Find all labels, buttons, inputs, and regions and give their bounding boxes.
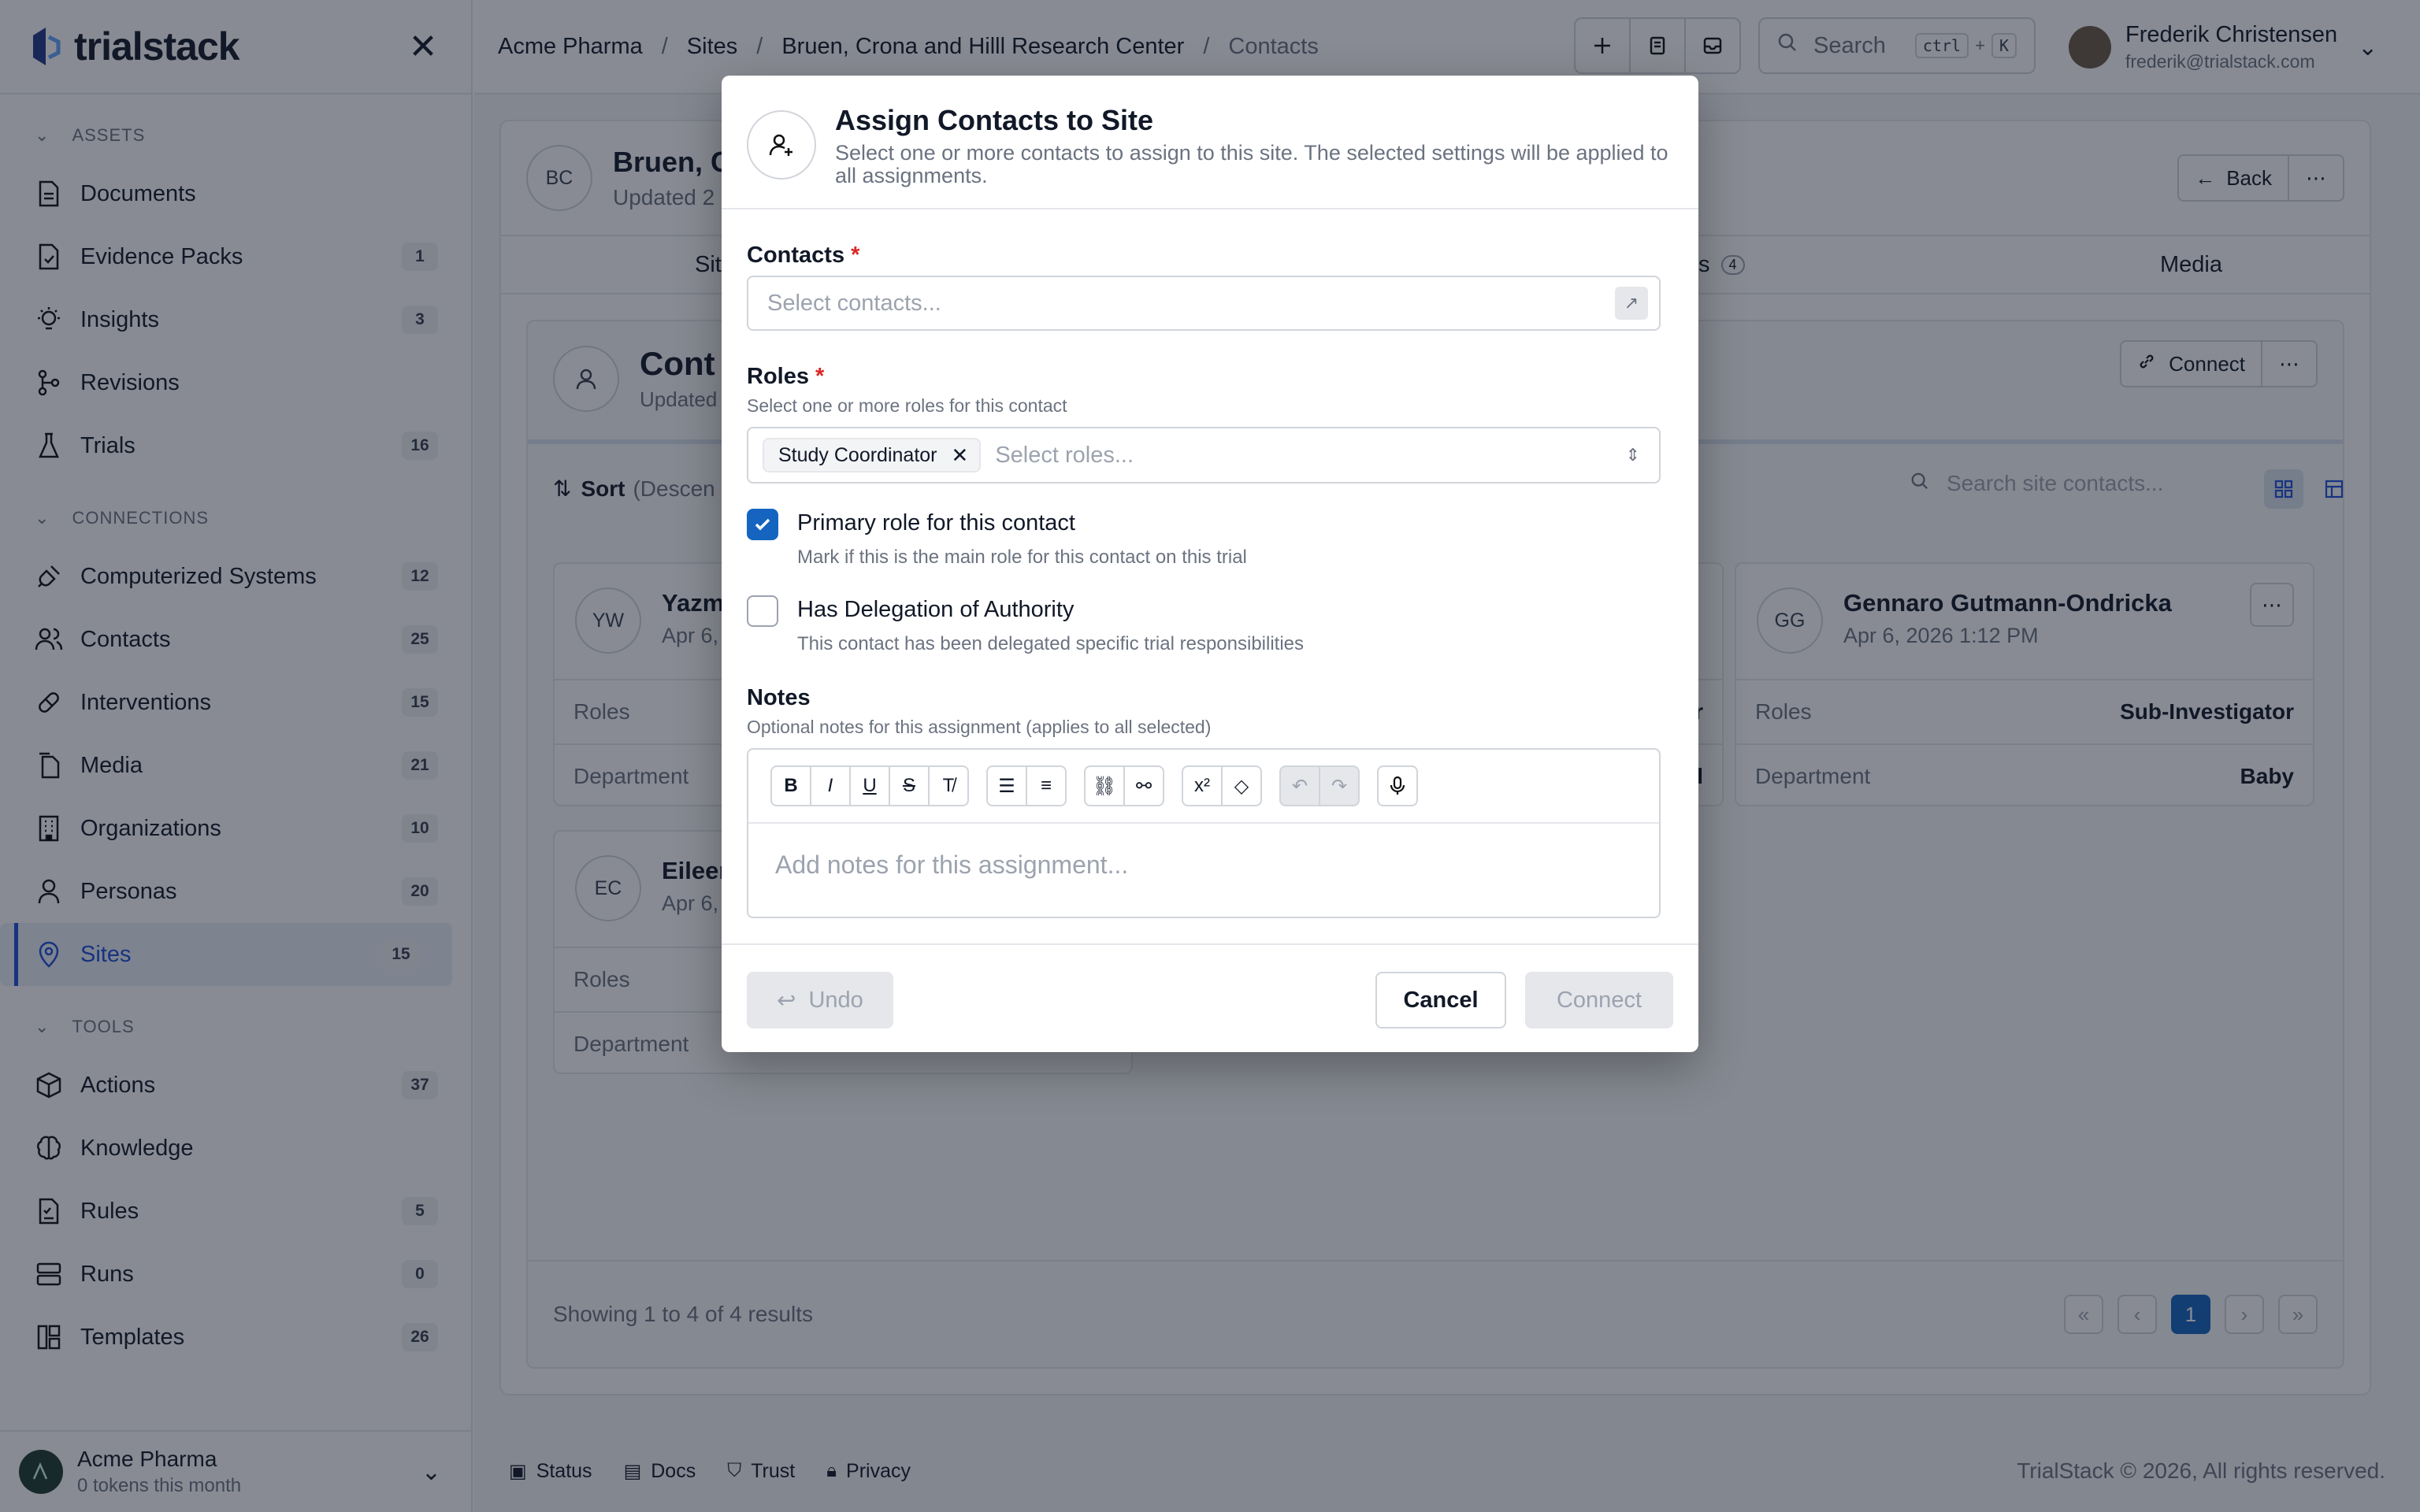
- chevron-up-down-icon: ⇕: [1625, 445, 1640, 465]
- superscript-icon[interactable]: x²: [1182, 765, 1223, 806]
- delegation-label: Has Delegation of Authority: [797, 597, 1075, 622]
- roles-select[interactable]: Study Coordinator ✕ Select roles... ⇕: [747, 427, 1661, 484]
- undo-icon: ↩: [777, 988, 796, 1014]
- assign-contacts-dialog: Assign Contacts to Site Select one or mo…: [722, 76, 1698, 1052]
- remove-chip-icon[interactable]: ✕: [952, 443, 969, 468]
- roles-help: Select one or more roles for this contac…: [747, 395, 1067, 416]
- cancel-button[interactable]: Cancel: [1375, 972, 1506, 1028]
- contacts-select[interactable]: Select contacts... ↗: [747, 276, 1661, 331]
- unlink-icon[interactable]: ⚯: [1123, 765, 1164, 806]
- highlight-icon[interactable]: ◇: [1221, 765, 1262, 806]
- italic-icon[interactable]: I: [810, 765, 851, 806]
- roles-label: Roles *: [747, 364, 825, 389]
- bold-icon[interactable]: B: [770, 765, 811, 806]
- bullet-list-icon[interactable]: ☰: [986, 765, 1027, 806]
- delegation-help: This contact has been delegated specific…: [797, 633, 1305, 654]
- link-icon[interactable]: ⛓: [1084, 765, 1125, 806]
- connect-button[interactable]: Connect: [1525, 972, 1673, 1028]
- dialog-description: Select one or more contacts to assign to…: [835, 141, 1668, 187]
- clear-format-icon[interactable]: T̸: [928, 765, 969, 806]
- required-mark: *: [815, 364, 825, 389]
- role-chip: Study Coordinator ✕: [763, 438, 982, 472]
- dialog-header: Assign Contacts to Site Select one or mo…: [722, 76, 1698, 209]
- strikethrough-icon[interactable]: S: [889, 765, 930, 806]
- dialog-title: Assign Contacts to Site: [835, 104, 1154, 136]
- notes-label: Notes: [747, 685, 811, 710]
- delegation-checkbox[interactable]: [747, 595, 778, 627]
- primary-role-checkbox[interactable]: [747, 509, 778, 540]
- contacts-label: Contacts *: [747, 243, 860, 268]
- user-plus-icon: [747, 110, 816, 180]
- editor-toolbar: B I U S T̸ ☰ ≡ ⛓ ⚯ x² ◇ ↶ ↷: [748, 750, 1659, 824]
- undo-button[interactable]: ↩ Undo: [747, 972, 893, 1028]
- editor-redo-icon[interactable]: ↷: [1319, 765, 1360, 806]
- notes-input[interactable]: Add notes for this assignment...: [775, 850, 1128, 880]
- microphone-icon[interactable]: [1377, 765, 1418, 806]
- primary-role-label: Primary role for this contact: [797, 510, 1075, 536]
- dialog-footer: ↩ Undo Cancel Connect: [722, 943, 1698, 1052]
- required-mark: *: [851, 243, 860, 268]
- external-link-icon[interactable]: ↗: [1615, 287, 1648, 320]
- notes-help: Optional notes for this assignment (appl…: [747, 717, 1212, 737]
- underline-icon[interactable]: U: [849, 765, 890, 806]
- editor-undo-icon[interactable]: ↶: [1279, 765, 1320, 806]
- numbered-list-icon[interactable]: ≡: [1026, 765, 1067, 806]
- notes-editor: B I U S T̸ ☰ ≡ ⛓ ⚯ x² ◇ ↶ ↷ Add notes fo…: [747, 748, 1661, 918]
- primary-role-help: Mark if this is the main role for this c…: [797, 547, 1247, 568]
